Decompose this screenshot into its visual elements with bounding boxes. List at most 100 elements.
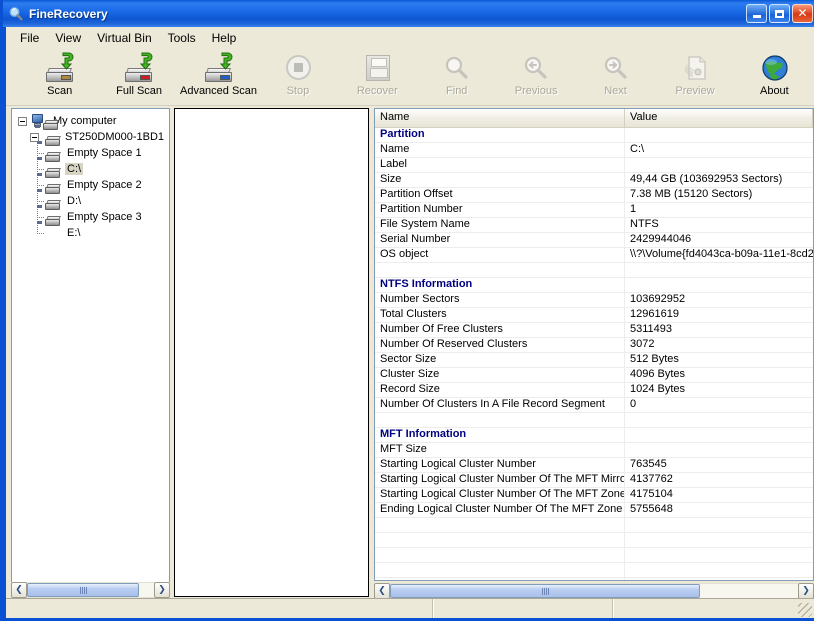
- resize-grip-icon[interactable]: [798, 603, 812, 617]
- toolbar-button-next: Next: [576, 49, 655, 103]
- scroll-thumb[interactable]: [27, 583, 139, 597]
- details-row-name: Number Of Clusters In A File Record Segm…: [375, 398, 625, 412]
- details-row[interactable]: Sector Size 512 Bytes: [375, 353, 813, 368]
- details-row[interactable]: File System Name NTFS: [375, 218, 813, 233]
- details-row-name: OS object: [375, 248, 625, 262]
- details-row-value: 0: [630, 398, 637, 410]
- details-row[interactable]: Starting Logical Cluster Number 763545: [375, 458, 813, 473]
- details-row[interactable]: Number Of Free Clusters 5311493: [375, 323, 813, 338]
- details-horizontal-scrollbar[interactable]: ❮ ❯: [374, 583, 814, 599]
- menu-item-file[interactable]: File: [12, 29, 47, 47]
- details-row-value: 4137762: [630, 473, 673, 485]
- details-row[interactable]: Total Clusters 12961619: [375, 308, 813, 323]
- details-row[interactable]: Number Of Reserved Clusters 3072: [375, 338, 813, 353]
- menu-item-view[interactable]: View: [47, 29, 89, 47]
- toolbar: Scan Full Scan Advanced Scan Stop Recove…: [6, 49, 814, 106]
- tree-item-my-computer[interactable]: My computer: [18, 113, 169, 129]
- toolbar-button-full-scan[interactable]: Full Scan: [99, 49, 178, 103]
- details-group-row[interactable]: Partition: [375, 128, 813, 143]
- title-bar: FineRecovery ✕: [3, 0, 814, 27]
- details-row-value: [625, 158, 813, 172]
- drive-icon: [37, 216, 62, 240]
- toolbar-button-scan[interactable]: Scan: [20, 49, 99, 103]
- toolbar-label: Previous: [514, 85, 558, 97]
- scroll-thumb[interactable]: [390, 584, 700, 598]
- column-header-value[interactable]: Value: [625, 109, 813, 127]
- window-controls: ✕: [746, 4, 814, 23]
- menu-item-tools[interactable]: Tools: [160, 29, 204, 47]
- toolbar-button-advanced-scan[interactable]: Advanced Scan: [179, 49, 258, 103]
- details-row-name: [375, 263, 625, 277]
- details-row[interactable]: [375, 413, 813, 428]
- details-row[interactable]: Starting Logical Cluster Number Of The M…: [375, 473, 813, 488]
- status-pane-2: [434, 599, 614, 618]
- details-row[interactable]: [375, 578, 813, 580]
- details-row[interactable]: [375, 263, 813, 278]
- details-row[interactable]: [375, 548, 813, 563]
- scroll-track[interactable]: [390, 583, 798, 599]
- details-row[interactable]: Number Of Clusters In A File Record Segm…: [375, 398, 813, 413]
- scroll-right-button[interactable]: ❯: [154, 582, 170, 598]
- toolbar-label: Full Scan: [116, 85, 163, 97]
- details-row-value: 763545: [630, 458, 667, 470]
- toolbar-button-recover: Recover: [338, 49, 417, 103]
- scroll-left-button[interactable]: ❮: [11, 582, 27, 598]
- details-row[interactable]: Partition Offset 7.38 MB (15120 Sectors): [375, 188, 813, 203]
- toolbar-button-previous: Previous: [496, 49, 575, 103]
- details-row-value: [625, 128, 813, 142]
- maximize-button[interactable]: [769, 4, 790, 23]
- tree-horizontal-scrollbar[interactable]: ❮ ❯: [11, 582, 170, 598]
- details-row[interactable]: [375, 563, 813, 578]
- details-row-name: [375, 563, 625, 577]
- details-row[interactable]: Starting Logical Cluster Number Of The M…: [375, 488, 813, 503]
- device-tree-panel[interactable]: My computer ST250DM000-1BD1 Empty Space …: [11, 108, 170, 597]
- status-bar: [6, 598, 814, 618]
- details-row[interactable]: Cluster Size 4096 Bytes: [375, 368, 813, 383]
- menu-item-help[interactable]: Help: [204, 29, 245, 47]
- details-row[interactable]: Record Size 1024 Bytes: [375, 383, 813, 398]
- details-row[interactable]: [375, 533, 813, 548]
- scroll-track[interactable]: [27, 582, 154, 598]
- details-row[interactable]: Serial Number 2429944046: [375, 233, 813, 248]
- partition-details-panel[interactable]: Name Value Partition Name C:\ Label Size 49,4…: [374, 108, 814, 581]
- details-row-value: 512 Bytes: [630, 353, 679, 365]
- minimize-button[interactable]: [746, 4, 767, 23]
- toolbar-button-find: Find: [417, 49, 496, 103]
- grip-icon: [541, 587, 549, 595]
- details-row[interactable]: Partition Number 1: [375, 203, 813, 218]
- toolbar-label: Advanced Scan: [179, 85, 258, 97]
- details-row[interactable]: Ending Logical Cluster Number Of The MFT…: [375, 503, 813, 518]
- details-row-value: 4096 Bytes: [630, 368, 686, 380]
- scroll-right-button[interactable]: ❯: [798, 583, 814, 599]
- menu-item-virtual-bin[interactable]: Virtual Bin: [89, 29, 159, 47]
- client-area: My computer ST250DM000-1BD1 Empty Space …: [6, 106, 814, 599]
- details-row[interactable]: Label: [375, 158, 813, 173]
- grip-icon: [79, 586, 87, 594]
- drive-scan-icon: [123, 52, 155, 84]
- details-row-name: Partition: [375, 128, 625, 142]
- details-row[interactable]: Number Sectors 103692952: [375, 293, 813, 308]
- details-row-name: Number Of Reserved Clusters: [375, 338, 625, 352]
- details-row-name: Sector Size: [375, 353, 625, 367]
- details-row[interactable]: Name C:\: [375, 143, 813, 158]
- details-row-value: 1: [630, 203, 637, 215]
- details-group-row[interactable]: NTFS Information: [375, 278, 813, 293]
- details-group-row[interactable]: MFT Information: [375, 428, 813, 443]
- tree-item-partition[interactable]: E:\: [18, 216, 169, 241]
- column-header-name[interactable]: Name: [375, 109, 625, 127]
- toolbar-button-about[interactable]: About: [735, 49, 814, 103]
- details-row[interactable]: [375, 518, 813, 533]
- details-row-value: [625, 443, 813, 457]
- details-row[interactable]: Size 49,44 GB (103692953 Sectors): [375, 173, 813, 188]
- details-row-name: Total Clusters: [375, 308, 625, 322]
- stop-icon: [282, 52, 314, 84]
- toolbar-label: Recover: [356, 85, 398, 97]
- scroll-left-button[interactable]: ❮: [374, 583, 390, 599]
- details-row[interactable]: MFT Size: [375, 443, 813, 458]
- file-list-panel[interactable]: [174, 108, 369, 597]
- details-row[interactable]: OS object \\?\Volume{fd4043ca-b09a-11e1-8…: [375, 248, 813, 263]
- details-row-name: NTFS Information: [375, 278, 625, 292]
- toolbar-label: Preview: [675, 85, 715, 97]
- collapse-icon[interactable]: [18, 116, 27, 126]
- close-button[interactable]: ✕: [792, 4, 813, 23]
